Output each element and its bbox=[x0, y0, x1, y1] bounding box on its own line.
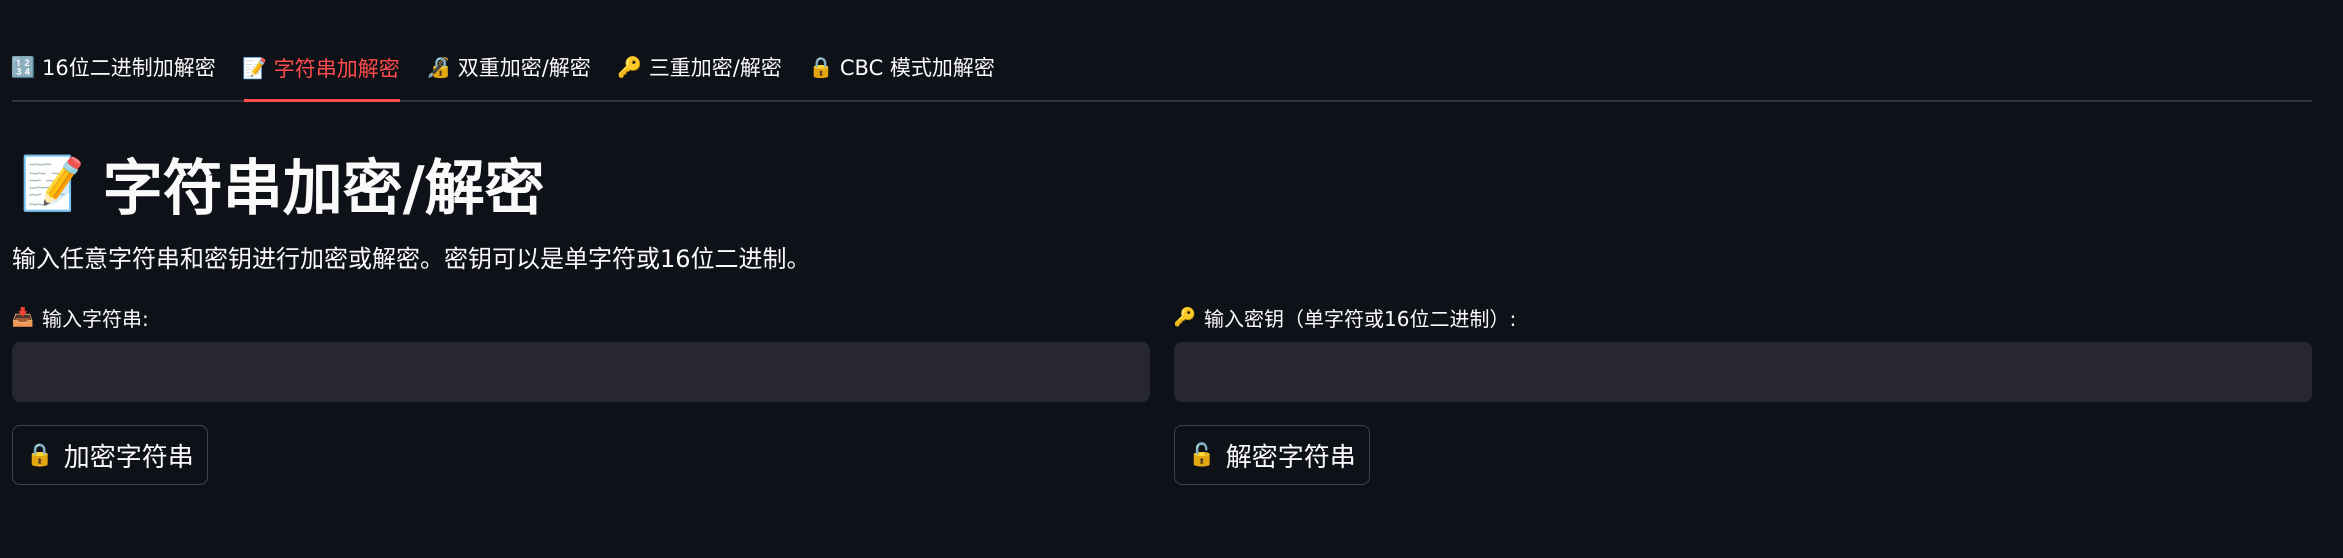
memo-icon: 📝 bbox=[20, 154, 85, 214]
lock-with-pen-icon: 🔏 bbox=[426, 55, 452, 79]
string-input-group: 📥 输入字符串: bbox=[12, 300, 1150, 402]
string-input[interactable] bbox=[12, 342, 1150, 402]
key-input-label-text: 输入密钥（单字符或16位二进制）: bbox=[1204, 306, 1517, 331]
unlock-icon: 🔓 bbox=[1188, 442, 1216, 468]
decrypt-string-button[interactable]: 🔓 解密字符串 bbox=[1174, 425, 1370, 485]
key-icon: 🔑 bbox=[617, 55, 643, 79]
encrypt-string-button[interactable]: 🔒 加密字符串 bbox=[12, 425, 208, 485]
encrypt-button-label: 加密字符串 bbox=[63, 442, 194, 473]
tab-label: 三重加密/解密 bbox=[648, 56, 782, 80]
page-title-text: 字符串加密/解密 bbox=[102, 154, 545, 224]
memo-icon: 📝 bbox=[242, 55, 268, 80]
tab-label: 双重加密/解密 bbox=[457, 56, 591, 80]
string-input-label: 📥 输入字符串: bbox=[12, 300, 1150, 334]
key-input-group: 🔑 输入密钥（单字符或16位二进制）: bbox=[1174, 300, 2312, 402]
tab-triple-crypto[interactable]: 🔑 三重加密/解密 bbox=[617, 36, 782, 100]
decrypt-button-label: 解密字符串 bbox=[1225, 442, 1356, 473]
key-input-label: 🔑 输入密钥（单字符或16位二进制）: bbox=[1174, 300, 2312, 334]
key-icon: 🔑 bbox=[1173, 306, 1197, 328]
tab-label: CBC 模式加解密 bbox=[839, 56, 995, 80]
page-title: 📝 字符串加密/解密 bbox=[20, 140, 545, 227]
numbers-icon: 🔢 bbox=[10, 55, 36, 79]
tab-label: 16位二进制加解密 bbox=[42, 56, 216, 80]
tab-double-crypto[interactable]: 🔏 双重加密/解密 bbox=[426, 36, 591, 100]
lock-icon: 🔒 bbox=[808, 55, 834, 79]
lock-icon: 🔒 bbox=[26, 442, 54, 468]
string-input-label-text: 输入字符串: bbox=[42, 306, 149, 331]
tab-bar: 🔢 16位二进制加解密 📝 字符串加解密 🔏 双重加密/解密 🔑 三重加密/解密… bbox=[10, 36, 2312, 102]
tab-16bit-binary[interactable]: 🔢 16位二进制加解密 bbox=[10, 36, 216, 100]
key-input[interactable] bbox=[1174, 342, 2312, 402]
tab-string-crypto[interactable]: 📝 字符串加解密 bbox=[242, 38, 400, 102]
tab-label: 字符串加解密 bbox=[273, 56, 400, 81]
tab-cbc-mode[interactable]: 🔒 CBC 模式加解密 bbox=[808, 36, 995, 100]
inbox-tray-icon: 📥 bbox=[11, 306, 35, 328]
page-description: 输入任意字符串和密钥进行加密或解密。密钥可以是单字符或16位二进制。 bbox=[12, 245, 811, 273]
